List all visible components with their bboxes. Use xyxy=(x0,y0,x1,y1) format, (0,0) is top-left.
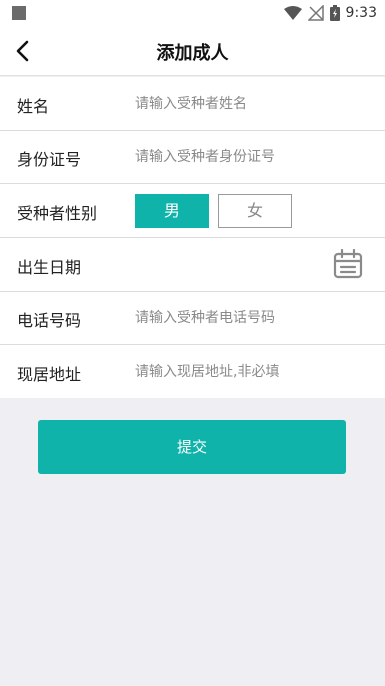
birth-date-label: 出生日期 xyxy=(17,258,82,277)
notification-icon xyxy=(12,6,26,20)
no-signal-icon xyxy=(307,5,324,21)
gender-female-button[interactable]: 女 xyxy=(218,194,292,228)
phone-label: 电话号码 xyxy=(17,311,82,330)
name-row: 姓名 xyxy=(0,77,385,131)
address-input[interactable] xyxy=(135,359,370,385)
address-label: 现居地址 xyxy=(17,365,82,384)
name-input[interactable] xyxy=(135,91,370,117)
address-row: 现居地址 xyxy=(0,345,385,399)
nav-bar: 添加成人 xyxy=(0,26,385,76)
calendar-icon[interactable] xyxy=(333,249,363,279)
page-title: 添加成人 xyxy=(156,43,229,64)
status-bar: 9:33 xyxy=(0,0,385,26)
submit-button[interactable]: 提交 xyxy=(38,420,346,474)
status-indicators: 9:33 xyxy=(283,3,377,23)
name-label: 姓名 xyxy=(17,97,50,116)
id-number-label: 身份证号 xyxy=(17,150,82,169)
gender-male-button[interactable]: 男 xyxy=(135,194,209,228)
gender-label: 受种者性别 xyxy=(17,204,98,223)
id-number-row: 身份证号 xyxy=(0,130,385,184)
battery-icon xyxy=(329,5,340,21)
id-number-input[interactable] xyxy=(135,144,370,170)
gender-row: 受种者性别 男 女 xyxy=(0,184,385,238)
phone-row: 电话号码 xyxy=(0,291,385,345)
birth-date-row[interactable]: 出生日期 xyxy=(0,238,385,292)
status-time: 9:33 xyxy=(345,5,377,21)
wifi-icon xyxy=(283,6,302,20)
add-adult-form: 姓名 身份证号 受种者性别 男 女 出生日期 电话号码 现居地址 xyxy=(0,77,385,398)
phone-input[interactable] xyxy=(135,305,370,331)
